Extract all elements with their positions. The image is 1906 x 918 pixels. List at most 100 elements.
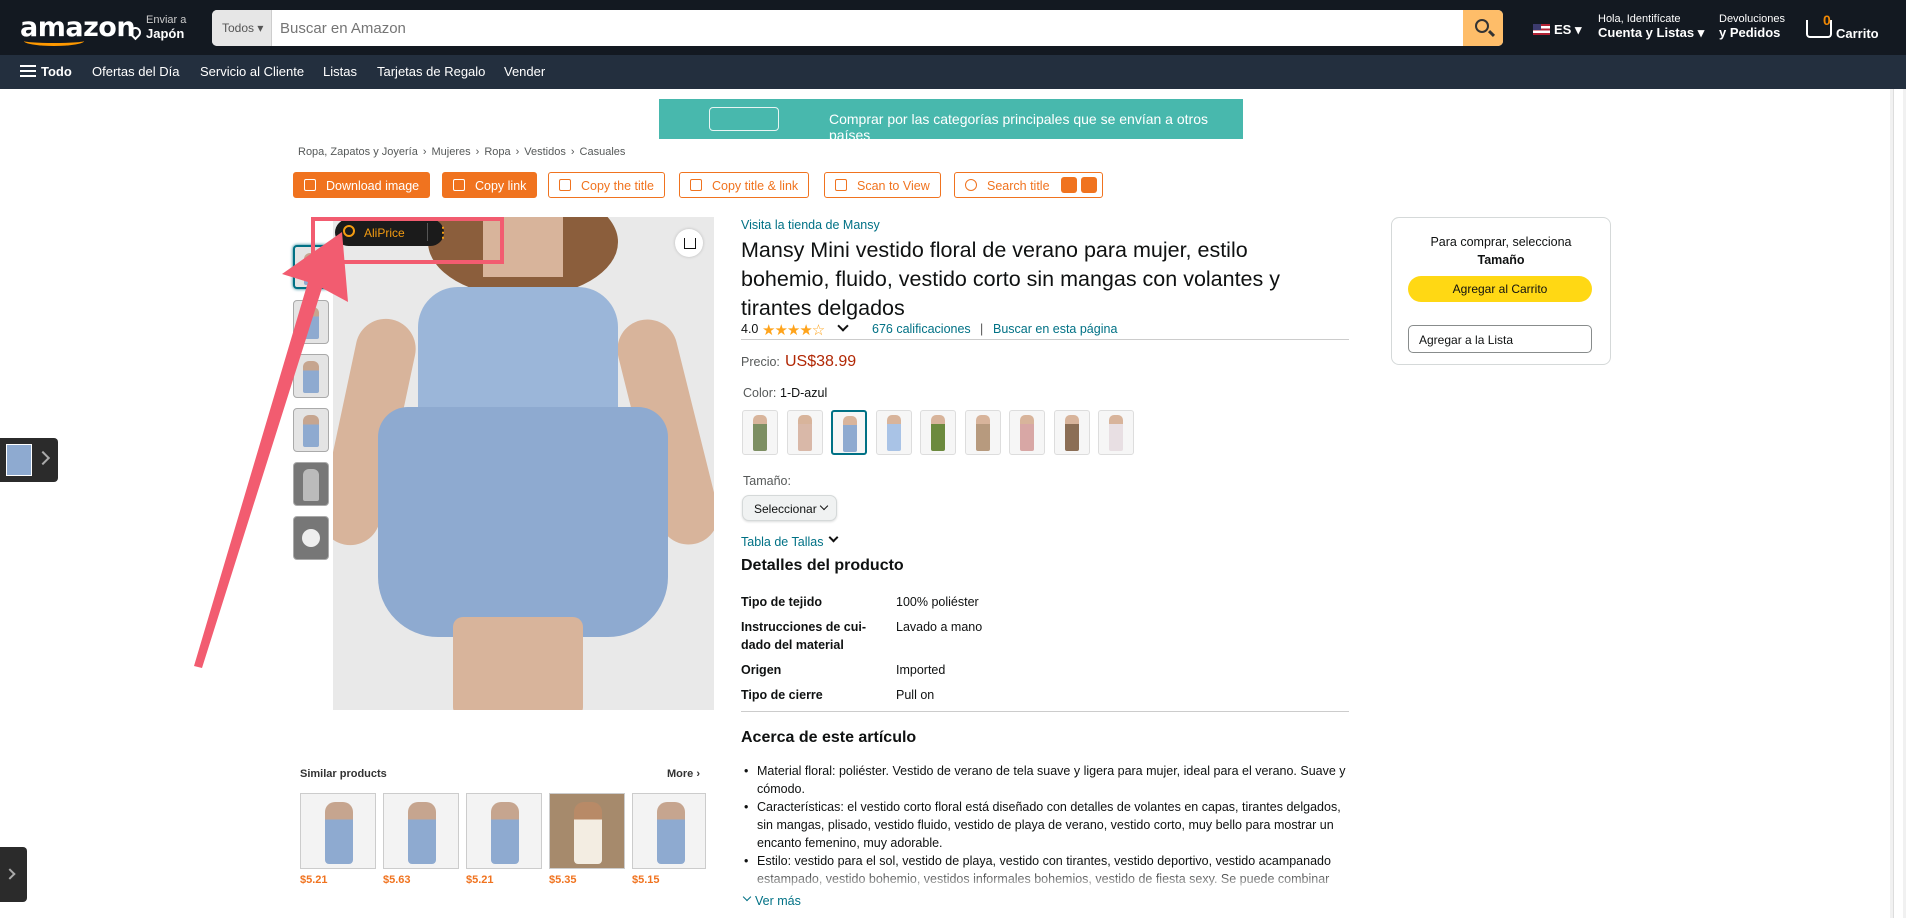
side-preview-widget[interactable]	[0, 438, 58, 482]
main-product-image[interactable]	[333, 217, 714, 710]
dress-skirt	[378, 407, 668, 637]
swatch-dress-image	[886, 415, 901, 451]
detail-label: Instrucciones de cui- dado del material	[741, 620, 867, 652]
detail-label: Tipo de cierre	[741, 688, 823, 702]
color-swatch[interactable]	[875, 410, 912, 455]
scrollbar-thumb[interactable]	[1893, 89, 1903, 918]
color-swatch[interactable]	[964, 410, 1001, 455]
similar-product-item[interactable]	[466, 793, 542, 869]
copy-title-label: Copy the title	[581, 179, 654, 193]
breadcrumb-item[interactable]: Ropa, Zapatos y Joyería	[298, 146, 418, 158]
separator: |	[980, 322, 984, 336]
swatch-dress-image	[753, 415, 767, 451]
breadcrumb-item[interactable]: Vestidos	[524, 146, 566, 158]
buy-box-prompt-size: Tamaño	[1477, 253, 1525, 267]
share-icon[interactable]	[675, 229, 703, 257]
copy-title-link-button[interactable]: Copy title & link	[679, 172, 810, 198]
dress-image	[491, 802, 519, 864]
returns-orders-link[interactable]: Devoluciones y Pedidos	[1719, 13, 1785, 39]
subnav-sell[interactable]: Vender	[504, 64, 545, 79]
add-to-list-button[interactable]: Agregar a la Lista	[1408, 325, 1592, 353]
color-swatch[interactable]	[831, 410, 867, 455]
account-menu[interactable]: Hola, Identifícate Cuenta y Listas ▾	[1598, 13, 1704, 39]
chevron-down-icon	[819, 501, 829, 511]
color-swatch[interactable]	[742, 410, 778, 455]
ratings-count-link[interactable]: 676 calificaciones	[872, 322, 971, 336]
breadcrumb-item[interactable]: Casuales	[580, 146, 626, 158]
swatch-dress-image	[843, 416, 857, 452]
similar-product-price: $5.21	[466, 874, 494, 886]
color-swatch[interactable]	[1009, 410, 1045, 455]
text-fade	[741, 874, 1349, 892]
detail-label: Tipo de tejido	[741, 595, 823, 609]
search-this-page-link[interactable]: Buscar en esta página	[993, 322, 1117, 336]
international-shipping-banner[interactable]: Comprar por las categorías principales q…	[659, 99, 1243, 143]
search-category-dropdown[interactable]: Todos ▾	[212, 10, 272, 46]
deliver-to[interactable]: Enviar a Japón	[127, 14, 187, 41]
size-chart-link[interactable]: Tabla de Tallas	[741, 535, 823, 549]
similar-more-label: More	[667, 768, 694, 780]
color-swatch[interactable]	[786, 410, 823, 455]
buy-box-prompt-text: Para comprar, selecciona	[1430, 235, 1572, 249]
detail-value: Imported	[896, 663, 946, 677]
size-dropdown[interactable]: Seleccionar	[742, 495, 837, 521]
search-button[interactable]	[1463, 10, 1503, 46]
highlight-arrow	[194, 232, 348, 668]
search-title-button[interactable]: Search title	[954, 172, 1103, 198]
subnav-deals[interactable]: Ofertas del Día	[92, 64, 179, 79]
detail-value: 100% poliéster	[896, 595, 979, 609]
similar-product-item[interactable]	[632, 793, 706, 869]
account-lists-label: Cuenta y Listas ▾	[1598, 25, 1705, 40]
chevron-down-icon[interactable]	[828, 532, 839, 543]
color-swatch[interactable]	[920, 410, 956, 455]
dress-image	[325, 802, 353, 864]
breadcrumb-item[interactable]: Ropa	[484, 146, 510, 158]
similar-product-item[interactable]	[383, 793, 459, 869]
similar-product-price: $5.63	[383, 874, 411, 886]
delivery-truck-icon	[709, 107, 779, 131]
store-link[interactable]: Visita la tienda de Mansy	[741, 218, 880, 232]
price-value: US$38.99	[785, 353, 857, 370]
search-input[interactable]	[280, 10, 1380, 46]
color-swatch[interactable]	[1098, 410, 1134, 455]
subnav-gift-cards[interactable]: Tarjetas de Regalo	[377, 64, 485, 79]
scan-to-view-button[interactable]: Scan to View	[824, 172, 941, 198]
similar-product-item[interactable]	[549, 793, 625, 869]
subnav-customer-service[interactable]: Servicio al Cliente	[200, 64, 304, 79]
feature-bullet: Características: el vestido corto floral…	[741, 798, 1349, 852]
add-to-cart-button[interactable]: Agregar al Carrito	[1408, 276, 1592, 302]
copy-link-button[interactable]: Copy link	[442, 172, 538, 198]
divider	[741, 711, 1349, 712]
download-image-button[interactable]: Download image	[293, 172, 431, 198]
chevron-right-icon	[35, 450, 51, 466]
swatch-dress-image	[931, 415, 945, 451]
cart-link[interactable]: 0 Carrito	[1806, 12, 1886, 44]
breadcrumb-item[interactable]: Mujeres	[432, 146, 471, 158]
color-swatch[interactable]	[1053, 410, 1090, 455]
side-expand-tab[interactable]	[0, 847, 27, 902]
breadcrumb: Ropa, Zapatos y Joyería › Mujeres › Ropa › Ves…	[298, 146, 626, 158]
feature-bullet: Material floral: poliéster. Vestido de v…	[741, 762, 1349, 798]
language-selector[interactable]: ES ▾	[1533, 22, 1581, 38]
detail-label: Origen	[741, 663, 782, 677]
about-item-heading: Acerca de este artículo	[741, 729, 917, 746]
rating-stars-icon[interactable]: ★★★★☆	[762, 321, 825, 339]
size-label: Tamaño:	[743, 474, 791, 488]
rating-value: 4.0	[741, 322, 759, 336]
taobao-icon[interactable]	[1081, 177, 1097, 193]
aliexpress-icon[interactable]	[1061, 177, 1077, 193]
swatch-dress-image	[1109, 415, 1123, 451]
subnav-lists[interactable]: Listas	[323, 64, 357, 79]
see-more-link[interactable]: Ver más	[741, 894, 801, 908]
us-flag-icon	[1533, 24, 1550, 35]
swatch-dress-image	[1020, 415, 1034, 451]
copy-title-button[interactable]: Copy the title	[548, 172, 665, 198]
similar-product-item[interactable]	[300, 793, 376, 869]
all-menu-button[interactable]: Todo	[41, 64, 72, 79]
returns-label: Devoluciones	[1719, 13, 1786, 25]
hamburger-menu-icon[interactable]	[20, 65, 36, 77]
search-category-label: Todos	[222, 21, 255, 35]
deliver-label: Enviar a	[146, 14, 187, 26]
detail-value: Lavado a mano	[896, 620, 983, 634]
similar-more-link[interactable]: More ›	[667, 768, 700, 780]
